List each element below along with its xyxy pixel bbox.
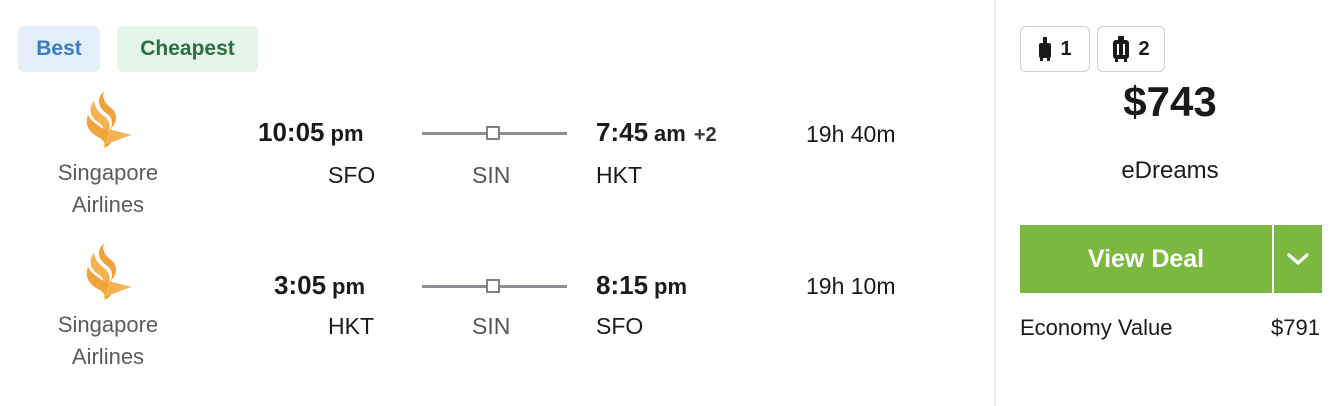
singapore-airlines-logo-icon (86, 243, 132, 300)
airline-name: Singapore Airlines (57, 312, 159, 369)
destination-airport: HKT (596, 162, 642, 188)
destination-airport: SFO (596, 313, 644, 339)
deal-options-dropdown[interactable] (1274, 225, 1322, 293)
origin-airport: HKT (328, 313, 374, 339)
view-deal-button[interactable]: View Deal (1020, 225, 1272, 293)
flight-duration: 19h 40m (806, 121, 896, 147)
panel-divider (994, 0, 996, 406)
provider-name[interactable]: eDreams (1020, 157, 1320, 185)
checked-bag-chip[interactable]: 2 (1097, 26, 1165, 72)
departure-time: 10:05 pm (258, 117, 364, 147)
deal-price: $743 (1123, 78, 1217, 125)
carry-on-bag-chip[interactable]: 1 (1020, 26, 1090, 72)
fare-class-price[interactable]: $791 (1271, 315, 1320, 341)
flight-duration: 19h 10m (806, 273, 896, 299)
fare-class-name[interactable]: Economy Value (1020, 315, 1172, 341)
layover-airport: SIN (472, 313, 511, 339)
airline-name: Singapore Airlines (57, 160, 159, 217)
origin-airport: SFO (328, 162, 376, 188)
checked-bag-icon (1113, 36, 1130, 62)
layover-marker-icon (486, 279, 500, 293)
singapore-airlines-logo-icon (86, 91, 132, 148)
layover-marker-icon (486, 126, 500, 140)
layover-airport: SIN (472, 162, 511, 188)
arrival-time: 7:45 am +2 (596, 117, 717, 147)
departure-time: 3:05 pm (274, 270, 366, 300)
best-badge[interactable]: Best (18, 26, 100, 72)
cheapest-badge[interactable]: Cheapest (117, 26, 258, 72)
chevron-down-icon (1287, 253, 1309, 265)
checked-bag-count: 2 (1138, 37, 1150, 60)
carry-on-count: 1 (1060, 37, 1072, 60)
carry-on-bag-icon (1039, 37, 1052, 61)
day-offset: +2 (693, 124, 717, 146)
arrival-time: 8:15 pm (596, 270, 688, 300)
